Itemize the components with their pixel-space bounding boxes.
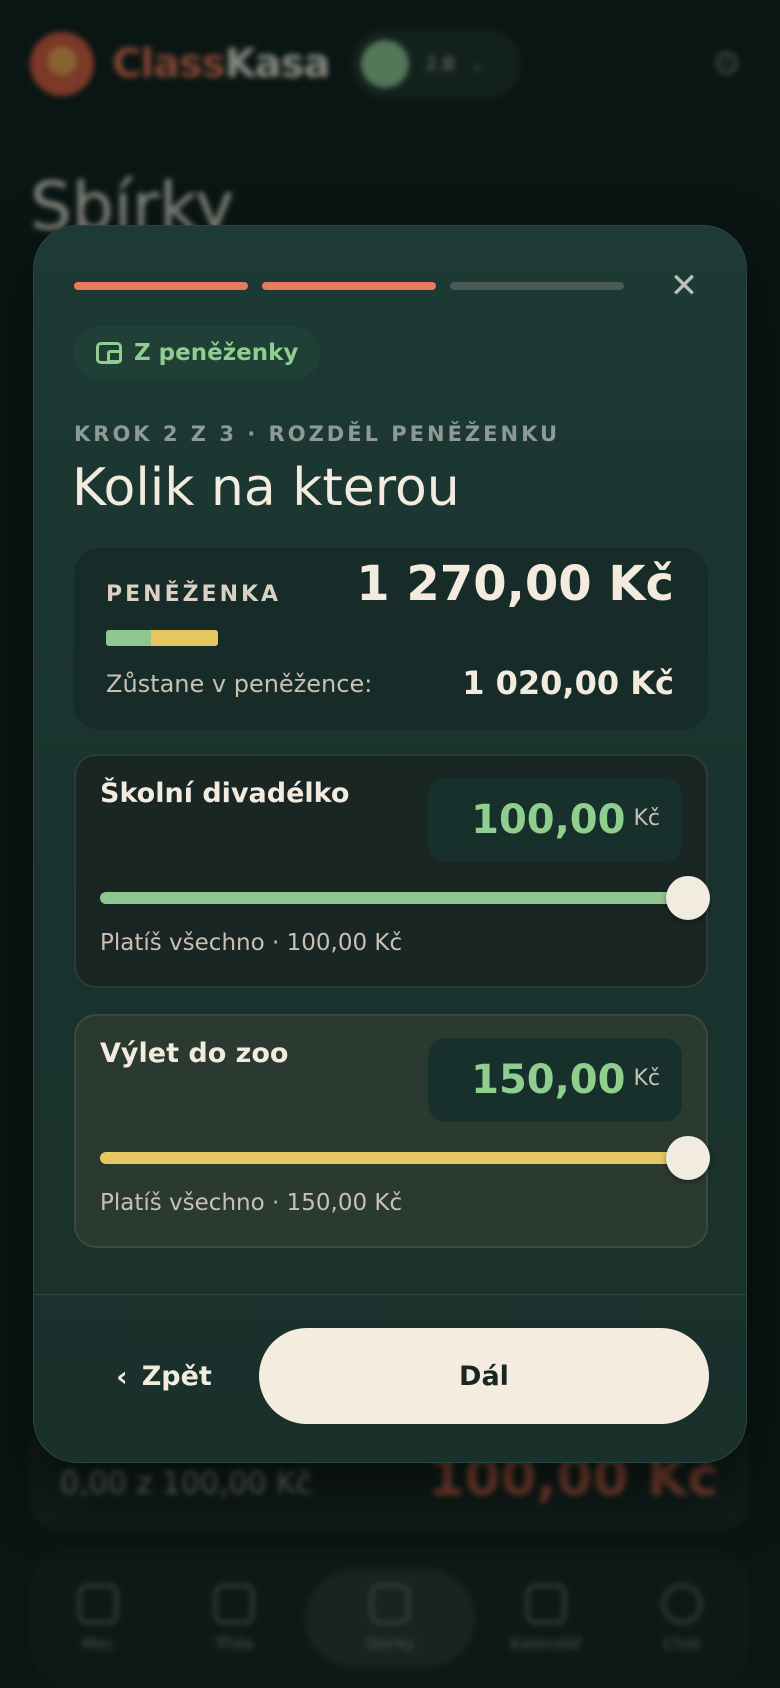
wallet-total: 1 270,00 Kč xyxy=(356,556,674,612)
source-chip: Z peněženky xyxy=(74,326,321,380)
nav-label: Moc xyxy=(81,1633,115,1653)
amount-slider-thumb[interactable] xyxy=(666,1136,710,1180)
footer-divider xyxy=(34,1294,746,1295)
amount-value: 100,00 xyxy=(471,797,626,843)
close-icon[interactable]: ✕ xyxy=(662,264,706,308)
user-switcher[interactable]: 2.B ⌄ xyxy=(351,29,522,99)
allocation-item: Výlet do zoo 150,00 Kč Platíš všechno · … xyxy=(74,1014,710,1248)
gear-icon[interactable]: ⚙ xyxy=(712,44,742,84)
nav-label: Třída xyxy=(214,1633,254,1653)
currency-label: Kč xyxy=(633,805,660,831)
class-icon xyxy=(214,1583,254,1624)
amount-input[interactable]: 100,00 Kč xyxy=(428,778,682,862)
nav-item-class[interactable]: Třída xyxy=(169,1583,299,1653)
item-note: Platíš všechno · 100,00 Kč xyxy=(100,930,403,956)
collections-icon xyxy=(370,1583,410,1624)
amount-slider-track[interactable] xyxy=(100,892,688,904)
nav-item-collections[interactable]: Sbírky xyxy=(305,1569,475,1667)
allocation-segment-2 xyxy=(151,630,218,646)
amount-slider-thumb[interactable] xyxy=(666,876,710,920)
top-bar: ClassKasa 2.B ⌄ ⚙ xyxy=(30,28,750,100)
nav-item-chat[interactable]: Chat xyxy=(617,1583,747,1653)
item-note: Platíš všechno · 150,00 Kč xyxy=(100,1190,403,1216)
split-wallet-modal: ✕ Z peněženky KROK 2 Z 3 · ROZDĚL PENĚŽE… xyxy=(33,225,747,1463)
item-name: Školní divadélko xyxy=(100,778,350,809)
progress-segment-2 xyxy=(262,282,436,290)
nav-item-home[interactable]: Moc xyxy=(33,1583,163,1653)
nav-label: Sbírky xyxy=(365,1633,415,1653)
remaining-value: 1 020,00 Kč xyxy=(462,664,674,702)
allocation-item: Školní divadélko 100,00 Kč Platíš všechn… xyxy=(74,754,710,988)
brand-part-2: Kasa xyxy=(224,41,331,87)
step-progress xyxy=(74,282,624,290)
progress-segment-1 xyxy=(74,282,248,290)
nav-label: Kalendář xyxy=(510,1633,582,1653)
allocation-segment-1 xyxy=(106,630,151,646)
calendar-icon xyxy=(526,1583,566,1624)
back-button[interactable]: ‹ Zpět xyxy=(74,1328,254,1424)
progress-segment-3 xyxy=(450,282,624,290)
user-label: 2.B xyxy=(425,53,456,75)
amount-input[interactable]: 150,00 Kč xyxy=(428,1038,682,1122)
wallet-label: PENĚŽENKA xyxy=(106,582,282,607)
nav-item-calendar[interactable]: Kalendář xyxy=(481,1583,611,1653)
brand-part-1: Class xyxy=(112,41,226,87)
amount-slider-track[interactable] xyxy=(100,1152,688,1164)
avatar xyxy=(361,40,410,88)
collection-progress-text: 0,00 z 100,00 Kč xyxy=(60,1466,313,1501)
next-button[interactable]: Dál xyxy=(259,1328,709,1424)
wallet-allocation-bar xyxy=(106,630,218,646)
item-name: Výlet do zoo xyxy=(100,1038,289,1069)
source-chip-label: Z peněženky xyxy=(134,340,299,366)
bottom-nav: Moc Třída Sbírky Kalendář Chat xyxy=(30,1548,750,1688)
back-button-label: Zpět xyxy=(141,1360,212,1392)
chat-icon xyxy=(662,1583,702,1624)
currency-label: Kč xyxy=(633,1065,660,1091)
home-icon xyxy=(78,1583,118,1624)
step-label: KROK 2 Z 3 · ROZDĚL PENĚŽENKU xyxy=(74,422,561,446)
chevron-left-icon: ‹ xyxy=(116,1359,128,1393)
logo-icon xyxy=(30,32,94,96)
wallet-icon xyxy=(96,342,122,364)
amount-value: 150,00 xyxy=(471,1057,626,1103)
remaining-label: Zůstane v peněžence: xyxy=(106,670,373,698)
nav-label: Chat xyxy=(663,1633,701,1653)
modal-title: Kolik na kterou xyxy=(72,458,460,518)
chevron-down-icon: ⌄ xyxy=(471,54,485,74)
brand-name: ClassKasa xyxy=(112,41,331,87)
